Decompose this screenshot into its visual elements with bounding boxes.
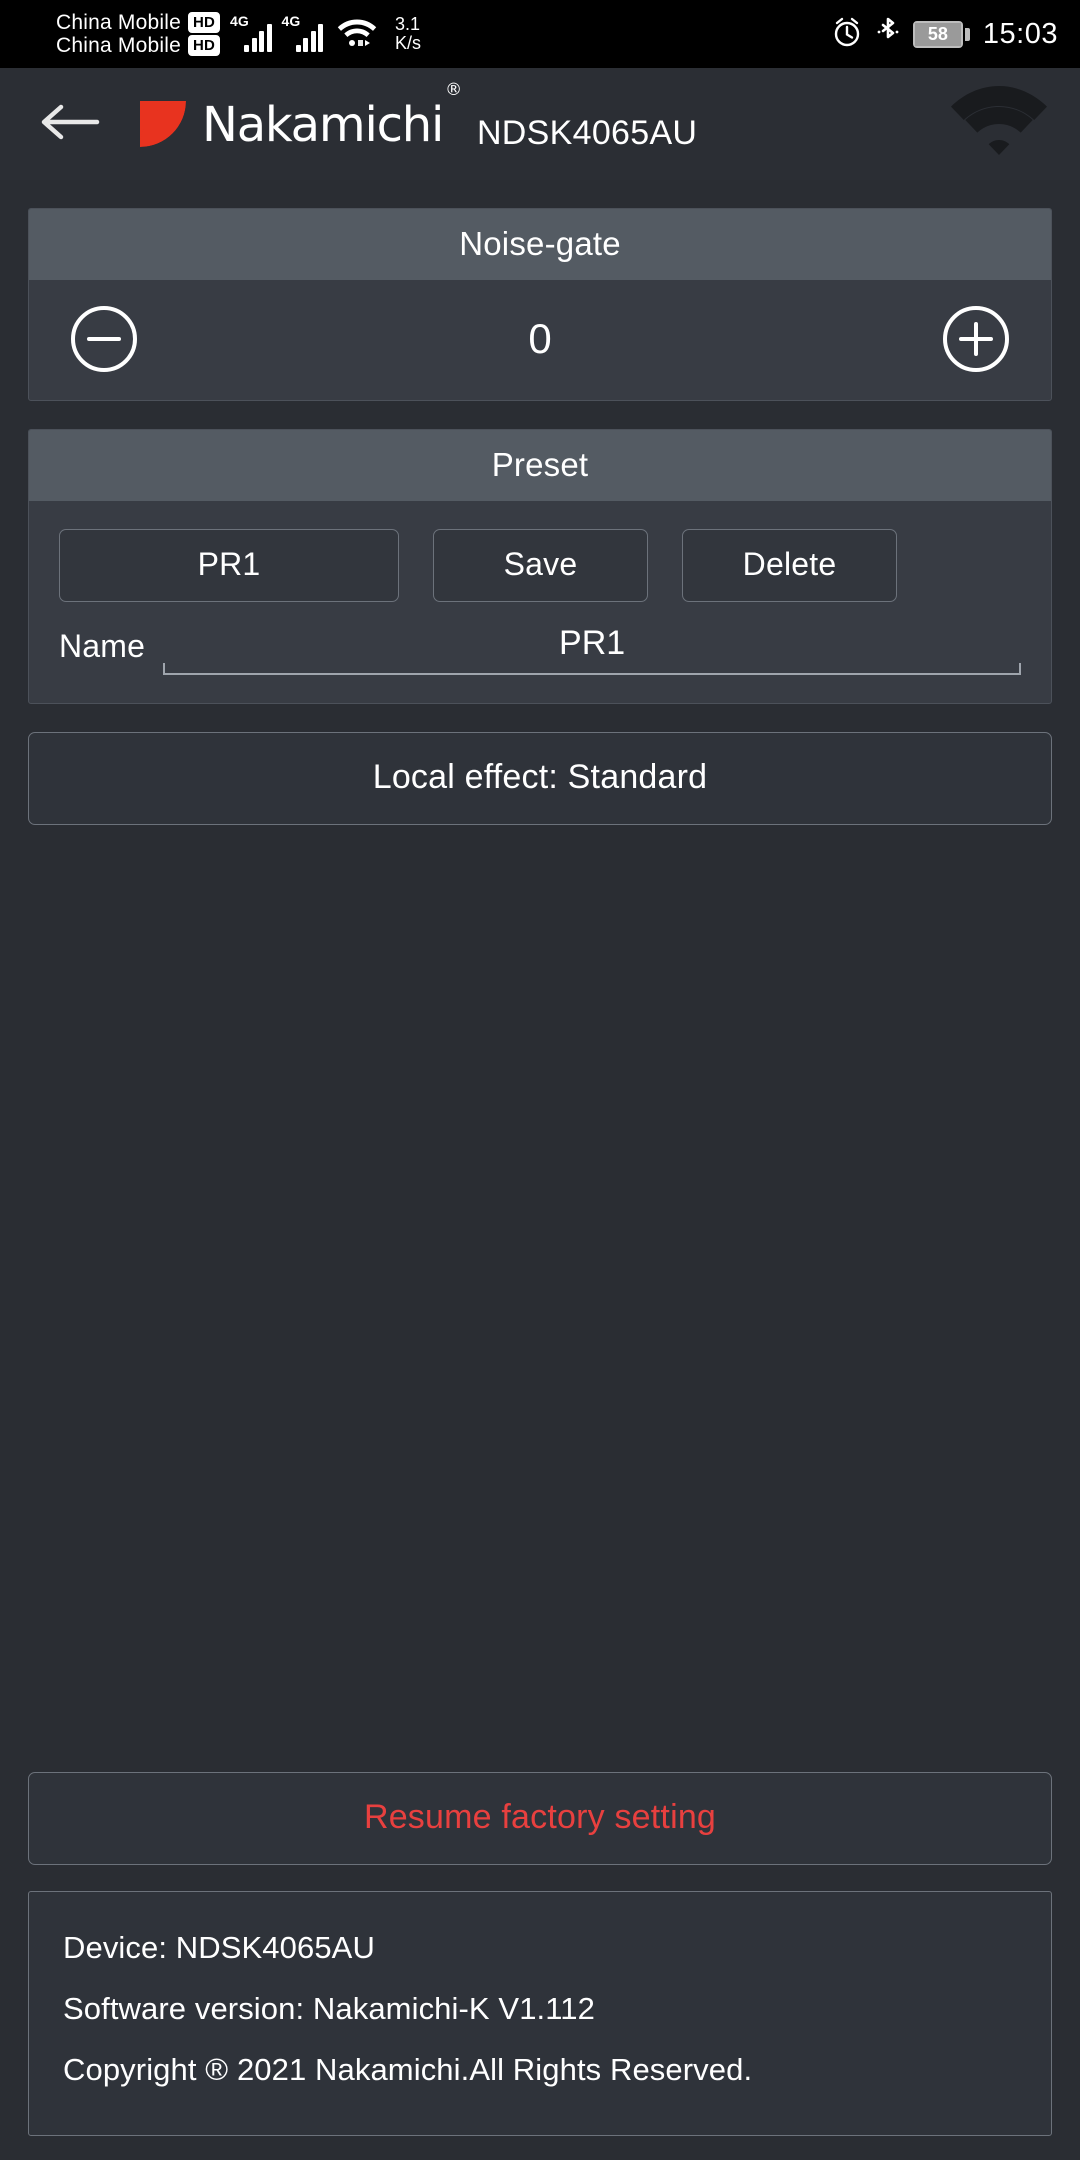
app-header: Nakamichi® NDSK4065AU xyxy=(0,68,1080,180)
noise-gate-stepper: 0 xyxy=(29,280,1051,400)
status-bar: China Mobile HD China Mobile HD 4G 4G 3.… xyxy=(0,0,1080,68)
wifi-icon xyxy=(337,16,377,53)
carrier-row: China Mobile HD xyxy=(56,11,221,34)
preset-name-row: Name xyxy=(29,602,1051,703)
back-button[interactable] xyxy=(38,92,102,156)
back-arrow-icon xyxy=(39,100,101,149)
nakamichi-mark-icon xyxy=(140,101,198,147)
preset-select-button[interactable]: PR1 xyxy=(59,529,399,602)
clock: 15:03 xyxy=(982,17,1058,50)
device-model-label: NDSK4065AU xyxy=(476,114,698,152)
noise-gate-panel: Noise-gate 0 xyxy=(28,208,1052,401)
hd-badge-1: HD xyxy=(187,12,221,33)
noise-gate-increment-button[interactable] xyxy=(941,304,1011,374)
carrier-name-2: China Mobile xyxy=(56,34,181,57)
speed-unit: K/s xyxy=(395,33,422,53)
carrier-row: China Mobile HD xyxy=(56,34,221,57)
alarm-icon xyxy=(831,16,863,53)
preset-delete-button[interactable]: Delete xyxy=(682,529,897,602)
status-bar-left: China Mobile HD China Mobile HD 4G 4G 3.… xyxy=(56,12,421,56)
preset-name-input-wrapper xyxy=(163,624,1021,675)
signal-icon-2: 4G xyxy=(281,13,324,52)
plus-circle-icon xyxy=(941,304,1011,374)
minus-circle-icon xyxy=(69,304,139,374)
network-type-label-1: 4G xyxy=(230,13,249,29)
preset-body: PR1 Save Delete Name xyxy=(29,501,1051,703)
noise-gate-title: Noise-gate xyxy=(29,209,1051,280)
speed-value: 3.1 xyxy=(395,14,421,35)
battery-icon: 58 xyxy=(912,20,970,48)
battery-level-label: 58 xyxy=(914,22,961,46)
carrier-labels: China Mobile HD China Mobile HD xyxy=(56,11,221,57)
network-type-label-2: 4G xyxy=(281,13,301,29)
device-info-line: Device: NDSK4065AU xyxy=(63,1930,375,1965)
bluetooth-icon xyxy=(876,16,900,53)
carrier-name-1: China Mobile xyxy=(56,11,181,34)
network-speed: 3.1 K/s xyxy=(395,15,421,53)
device-info-line: Software version: Nakamichi-K V1.112 xyxy=(63,1991,595,2026)
preset-name-input[interactable] xyxy=(163,624,1021,675)
preset-panel: Preset PR1 Save Delete Name xyxy=(28,429,1052,704)
status-bar-right: 58 15:03 xyxy=(831,16,1058,53)
resume-factory-setting-button[interactable]: Resume factory setting xyxy=(28,1772,1052,1865)
wifi-icon xyxy=(951,85,1047,163)
signal-icon-1: 4G xyxy=(230,13,272,52)
noise-gate-decrement-button[interactable] xyxy=(69,304,139,374)
registered-mark: ® xyxy=(445,79,462,100)
preset-name-label: Name xyxy=(59,628,146,664)
preset-buttons-row: PR1 Save Delete xyxy=(29,501,1051,602)
device-info-panel: Device: NDSK4065AU Software version: Nak… xyxy=(28,1891,1052,2136)
noise-gate-body: 0 xyxy=(29,280,1051,400)
brand-logo: Nakamichi® NDSK4065AU xyxy=(140,79,697,153)
local-effect-button[interactable]: Local effect: Standard xyxy=(28,732,1052,825)
preset-save-button[interactable]: Save xyxy=(433,529,648,602)
main-content: Noise-gate 0 Preset PR1 Save Delete Name… xyxy=(0,180,1080,2160)
noise-gate-value: 0 xyxy=(528,315,552,362)
connection-status[interactable] xyxy=(944,85,1054,163)
battery-body: 58 xyxy=(912,20,963,48)
preset-title: Preset xyxy=(29,430,1051,501)
app-screen: China Mobile HD China Mobile HD 4G 4G 3.… xyxy=(0,0,1080,2160)
hd-badge-2: HD xyxy=(187,35,221,56)
battery-tip xyxy=(964,27,970,41)
brand-name: Nakamichi® xyxy=(202,79,462,153)
device-info-line: Copyright ® 2021 Nakamichi.All Rights Re… xyxy=(63,2052,753,2087)
